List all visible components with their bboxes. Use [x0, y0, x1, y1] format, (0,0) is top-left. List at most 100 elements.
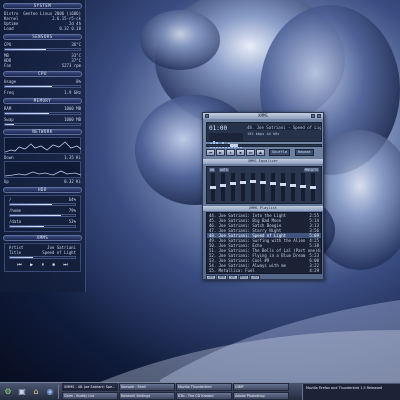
repeat-toggle[interactable]: Repeat: [295, 149, 314, 156]
xmms-titlebar[interactable]: XMMS: [203, 113, 323, 119]
eq-band-slider[interactable]: [250, 173, 256, 201]
eq-band-slider[interactable]: [290, 173, 296, 201]
xmms-header: XMMS: [3, 235, 82, 241]
equalizer-titlebar[interactable]: XMMS Equalizer: [203, 159, 323, 164]
eq-band-slider[interactable]: [230, 173, 236, 201]
menu-icon[interactable]: [205, 114, 209, 118]
eq-band-slider[interactable]: [300, 173, 306, 201]
eq-slider-knob[interactable]: [220, 184, 226, 188]
taskbar: ⚙ ▣ ⌂ ◉ XMMS - 48. Joe Satriani: Spe... K…: [0, 382, 400, 400]
taskbar-task[interactable]: Gaim - Buddy List: [62, 392, 118, 400]
playlist-add-button[interactable]: ADD: [206, 275, 216, 280]
cpu-header: CPU: [3, 71, 82, 77]
taskbar-task[interactable]: K3b - The CD Kreator: [176, 392, 232, 400]
kde-menu-button[interactable]: ⚙: [2, 385, 14, 399]
home-icon: ⌂: [33, 386, 39, 396]
xmms-time[interactable]: 01:00: [209, 125, 227, 132]
taskbar-task[interactable]: XMMS - 48. Joe Satriani: Spe...: [62, 383, 118, 391]
memory-swap-bar: [4, 123, 81, 126]
taskbar-task[interactable]: Mozilla Thunderbird: [176, 383, 232, 391]
seek-knob[interactable]: [230, 144, 239, 147]
eq-band-slider[interactable]: [260, 173, 266, 201]
sensors-header: SENSORS: [3, 34, 82, 40]
terminal-launcher[interactable]: ▣: [16, 385, 28, 399]
minimize-icon[interactable]: [311, 114, 315, 118]
play-icon[interactable]: ▶: [30, 263, 33, 268]
previous-button[interactable]: ⏮: [206, 149, 215, 156]
previous-icon[interactable]: ⏮: [17, 263, 22, 268]
playlist-row[interactable]: 55. Metallica: Fuel 4:29: [207, 268, 321, 273]
eq-slider-knob[interactable]: [210, 185, 216, 189]
eq-slider-knob[interactable]: [290, 183, 296, 187]
shuffle-toggle[interactable]: Shuffle: [269, 149, 291, 156]
xmms-visualizer[interactable]: [209, 133, 243, 148]
conky-system-monitor: SYSTEM Distro Gentoo Linux 2006 (i686) Ke…: [0, 0, 86, 292]
cpu-usage-bar: [4, 85, 81, 88]
cpu-row-usage: Usage 8%: [4, 79, 81, 84]
browser-launcher[interactable]: ◉: [44, 385, 56, 399]
eq-preamp-slider[interactable]: [210, 173, 216, 201]
play-button[interactable]: ▶: [216, 149, 225, 156]
hdd-root-bar: [9, 203, 76, 206]
hdd-row-root: /64%: [9, 197, 76, 202]
eq-band-slider[interactable]: [240, 173, 246, 201]
network-header: NETWORK: [3, 129, 82, 135]
eq-slider-knob[interactable]: [270, 181, 276, 185]
taskbar-task[interactable]: Network Settings: [119, 392, 175, 400]
eq-slider-knob[interactable]: [240, 180, 246, 184]
pause-icon[interactable]: ⏸: [41, 263, 44, 268]
task-list: XMMS - 48. Joe Satriani: Spe... Konsole -…: [62, 383, 289, 400]
taskbar-task[interactable]: GIMP: [233, 383, 289, 391]
eq-slider-knob[interactable]: [260, 180, 266, 184]
hdd-row-home: /home 79%: [9, 208, 76, 213]
playlist[interactable]: 44. Joe Satriani: Into the Light 2:55 45. …: [206, 212, 322, 274]
playlist-remove-button[interactable]: REM: [217, 275, 227, 280]
playlist-list-button[interactable]: LIST: [250, 275, 260, 280]
home-launcher[interactable]: ⌂: [30, 385, 42, 399]
eq-slider-knob[interactable]: [280, 182, 286, 186]
next-button[interactable]: ⏭: [246, 149, 255, 156]
eq-band-slider[interactable]: [280, 173, 286, 201]
equalizer-panel: ON AUTO PRESETS: [206, 166, 322, 204]
pause-button[interactable]: ⏸: [226, 149, 235, 156]
memory-header: MEMORY: [3, 98, 82, 104]
eq-slider-knob[interactable]: [310, 185, 316, 189]
taskbar-task[interactable]: Adobe Photoshop: [233, 392, 289, 400]
network-up-graph: [4, 161, 81, 178]
eq-slider-knob[interactable]: [300, 184, 306, 188]
playlist-misc-button[interactable]: MISC: [239, 275, 249, 280]
eq-band-slider[interactable]: [220, 173, 226, 201]
hdd-header: HDD: [3, 187, 82, 193]
cpu-row-freq: Freq 1.9 GHz: [4, 90, 81, 95]
eq-band-slider[interactable]: [270, 173, 276, 201]
tray-notification[interactable]: Mozilla Firefox and Thunderbird 1.5 Rele…: [302, 384, 400, 400]
taskbar-task[interactable]: Konsole - Shell: [119, 383, 175, 391]
sensor-row-cpu: CPU 36°C: [4, 42, 81, 47]
eq-band-slider[interactable]: [310, 173, 316, 201]
playlist-select-button[interactable]: SEL: [228, 275, 238, 280]
xmms-window[interactable]: XMMS 01:00 48. Joe Satriani - Speed of L…: [202, 112, 324, 280]
stop-icon[interactable]: ⏹: [52, 263, 55, 268]
xmms-seek-bar[interactable]: [206, 144, 322, 147]
eject-button[interactable]: ⏏: [256, 149, 265, 156]
eq-auto-button[interactable]: AUTO: [219, 168, 229, 172]
taskbar-separator: [58, 384, 59, 399]
xmms-song-title: 48. Joe Satriani - Speed of Light: [247, 125, 321, 130]
close-icon[interactable]: [317, 114, 321, 118]
xmms-progress-bar: [9, 256, 76, 259]
sensor-row-fan: Fan 5273 rpm: [4, 63, 81, 68]
playlist-button-bar: ADD REM SEL MISC LIST: [206, 275, 322, 280]
eq-presets-button[interactable]: PRESETS: [303, 168, 319, 172]
xmms-bitrate: 192 kbps 44 kHz: [247, 132, 280, 136]
hdd-usage-box: /64% /home 79% /data 53%: [4, 195, 81, 232]
network-down-graph: [4, 137, 81, 154]
eq-slider-knob[interactable]: [230, 181, 236, 185]
hdd-row-data: /data 53%: [9, 219, 76, 224]
eq-on-button[interactable]: ON: [209, 168, 215, 172]
stop-button[interactable]: ⏹: [236, 149, 245, 156]
eq-slider-knob[interactable]: [250, 180, 256, 183]
playlist-track-title: 55. Metallica: Fuel: [209, 268, 255, 273]
playlist-titlebar[interactable]: XMMS Playlist: [203, 206, 323, 211]
hdd-home-bar: [9, 214, 76, 217]
next-icon[interactable]: ⏭: [63, 263, 68, 268]
